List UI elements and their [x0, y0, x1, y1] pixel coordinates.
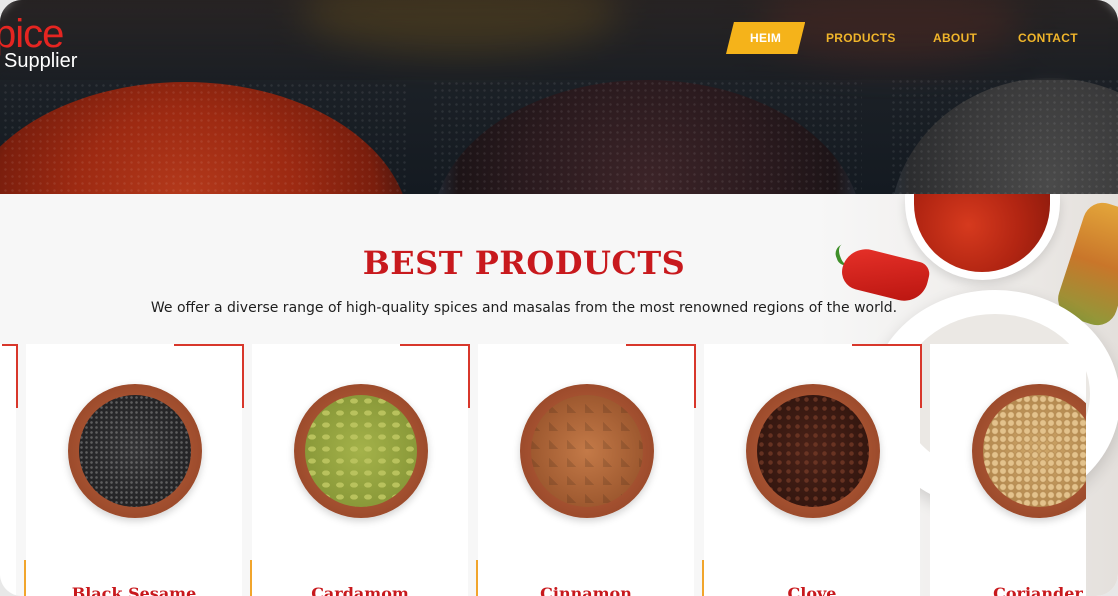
pepper-bowl-image — [432, 80, 862, 194]
product-card[interactable]: Black Sesame — [24, 344, 244, 596]
best-products-section: BEST PRODUCTS We offer a diverse range o… — [0, 194, 1118, 596]
card-corner-accent — [626, 344, 696, 408]
card-corner-accent — [852, 344, 922, 408]
card-corner-accent — [400, 344, 470, 408]
product-card[interactable]: Cardamom — [250, 344, 470, 596]
product-card[interactable]: Cinnamon — [476, 344, 696, 596]
section-subtitle: We offer a diverse range of high-quality… — [150, 300, 898, 316]
cardamom-bowl-icon — [294, 384, 428, 518]
coriander-bowl-icon — [972, 384, 1086, 518]
product-name[interactable]: Coriander — [930, 584, 1086, 596]
logo-tagline: Supplier — [4, 50, 78, 72]
product-name[interactable]: Cardamom — [252, 584, 468, 596]
product-name[interactable]: Black Sesame — [26, 584, 242, 596]
black-sesame-bowl-icon — [68, 384, 202, 518]
product-card[interactable]: Coriander — [930, 344, 1086, 596]
site-logo[interactable]: pice Supplier — [0, 12, 110, 78]
card-corner-accent — [174, 344, 244, 408]
product-name[interactable]: Cinnamon — [478, 584, 694, 596]
hero-banner: pice Supplier HEIM PRODUCTS ABOUT CONTAC… — [0, 0, 1118, 194]
section-title: BEST PRODUCTS — [362, 244, 686, 282]
nav-item-home[interactable]: HEIM — [726, 22, 806, 54]
cinnamon-bowl-icon — [520, 384, 654, 518]
product-card[interactable]: Clove — [702, 344, 922, 596]
nav-item-about[interactable]: ABOUT — [933, 31, 983, 45]
product-card-partial[interactable] — [0, 344, 18, 596]
clove-bowl-icon — [746, 384, 880, 518]
saffron-bowl-image — [0, 82, 410, 194]
nav-item-contact[interactable]: CONTACT — [1018, 31, 1088, 45]
nav-item-products[interactable]: PRODUCTS — [826, 31, 896, 45]
product-name[interactable]: Clove — [704, 584, 920, 596]
seeds-bowl-image — [890, 78, 1118, 194]
page-frame: pice Supplier HEIM PRODUCTS ABOUT CONTAC… — [0, 0, 1118, 596]
main-nav: HEIM PRODUCTS ABOUT CONTACT — [726, 22, 1078, 54]
